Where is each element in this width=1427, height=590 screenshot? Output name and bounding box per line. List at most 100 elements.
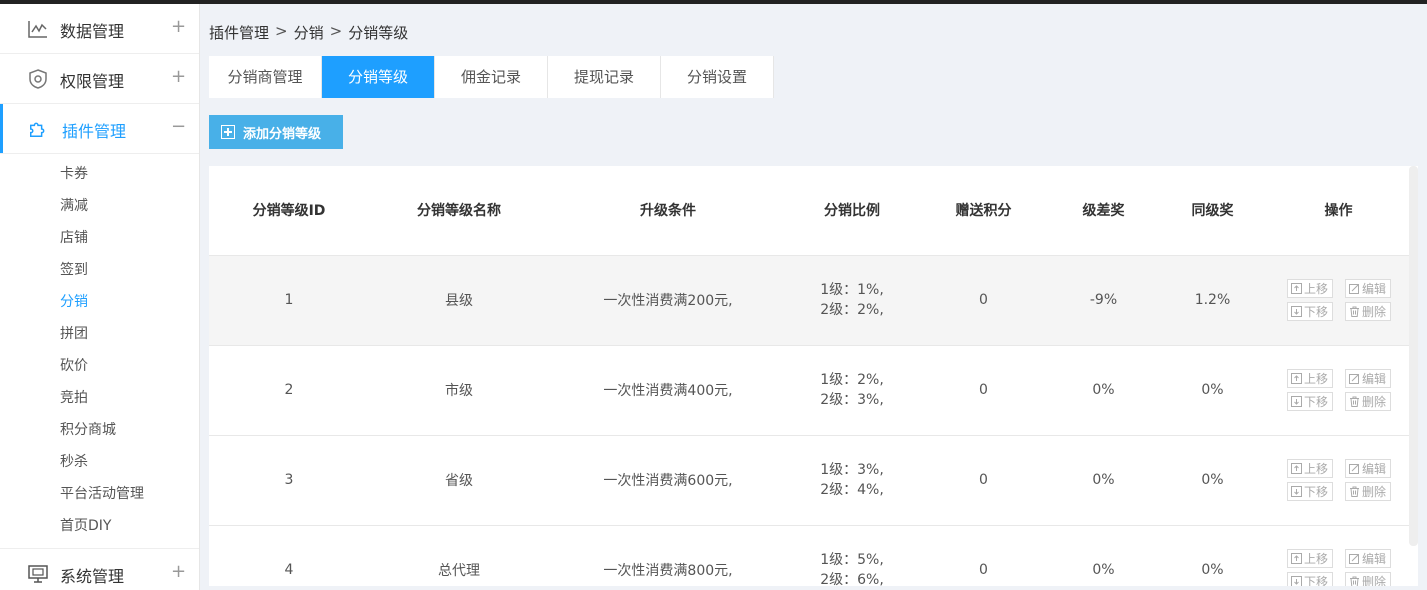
cell-diff-award: 0% (1050, 435, 1157, 526)
move-up-label: 上移 (1303, 372, 1328, 386)
delete-label: 删除 (1361, 575, 1386, 586)
edit-button[interactable]: 编辑 (1344, 279, 1391, 298)
cell-points: 0 (917, 525, 1050, 586)
add-level-button[interactable]: 添加分销等级 (209, 115, 343, 149)
trash-icon (1349, 396, 1359, 407)
sidebar-subitem-bargain[interactable]: 砍价 (0, 350, 199, 382)
cell-id: 4 (209, 525, 369, 586)
delete-button[interactable]: 删除 (1344, 482, 1391, 501)
collapse-icon[interactable]: − (171, 116, 186, 137)
cell-same-award: 0% (1157, 435, 1268, 526)
move-up-button[interactable]: 上移 (1286, 369, 1333, 388)
move-down-label: 下移 (1303, 305, 1328, 319)
edit-label: 编辑 (1361, 552, 1386, 566)
cell-ratio: 1级：1%, 2级：2%, (787, 255, 917, 346)
cell-name: 市级 (369, 345, 549, 436)
sidebar-item-plugin-management[interactable]: 插件管理 − (0, 104, 199, 154)
breadcrumb-item[interactable]: 分销 (294, 22, 324, 43)
delete-label: 删除 (1361, 395, 1386, 409)
tab-distribution-settings[interactable]: 分销设置 (661, 56, 774, 98)
trash-icon (1349, 486, 1359, 497)
sidebar-subitem-auction[interactable]: 竞拍 (0, 382, 199, 414)
tab-distribution-level[interactable]: 分销等级 (322, 56, 435, 98)
sidebar-item-label: 插件管理 (62, 122, 127, 141)
delete-button[interactable]: 删除 (1344, 392, 1391, 411)
ratio-level-2: 2级：6%, (820, 572, 884, 586)
delete-button[interactable]: 删除 (1344, 302, 1391, 321)
expand-icon[interactable]: + (171, 561, 186, 582)
sidebar-subitem-discount[interactable]: 满减 (0, 190, 199, 222)
breadcrumb: 插件管理 > 分销 > 分销等级 (209, 22, 408, 43)
move-down-button[interactable]: 下移 (1286, 302, 1333, 321)
move-up-button[interactable]: 上移 (1286, 459, 1333, 478)
edit-button[interactable]: 编辑 (1344, 459, 1391, 478)
tab-distributor-management[interactable]: 分销商管理 (209, 56, 322, 98)
move-up-icon (1290, 463, 1302, 474)
plus-box-icon (221, 125, 235, 139)
expand-icon[interactable]: + (171, 66, 186, 87)
move-up-label: 上移 (1303, 552, 1328, 566)
edit-button[interactable]: 编辑 (1344, 549, 1391, 568)
sidebar-subitem-checkin[interactable]: 签到 (0, 254, 199, 286)
cell-name: 总代理 (369, 525, 549, 586)
cell-id: 3 (209, 435, 369, 526)
scrollbar[interactable] (1409, 166, 1418, 546)
sidebar-subitem-group-buy[interactable]: 拼团 (0, 318, 199, 350)
edit-label: 编辑 (1361, 282, 1386, 296)
delete-button[interactable]: 删除 (1344, 572, 1391, 586)
ratio-level-1: 1级：5%, (820, 552, 884, 568)
move-up-button[interactable]: 上移 (1286, 279, 1333, 298)
ratio-level-1: 1级：1%, (820, 282, 884, 298)
move-down-button[interactable]: 下移 (1286, 392, 1333, 411)
shield-icon (28, 69, 48, 89)
cell-ops: 上移 编辑 下移 删除 (1268, 435, 1409, 526)
cell-condition: 一次性消费满800元, (549, 525, 787, 586)
move-up-icon (1290, 553, 1302, 564)
table-header-row: 分销等级ID 分销等级名称 升级条件 分销比例 赠送积分 级差奖 同级奖 操作 (209, 166, 1409, 256)
sidebar-item-label: 权限管理 (60, 72, 125, 91)
move-up-icon (1290, 373, 1302, 384)
expand-icon[interactable]: + (171, 16, 186, 37)
column-header: 操作 (1268, 166, 1409, 256)
tab-withdrawal-records[interactable]: 提现记录 (548, 56, 661, 98)
cell-ratio: 1级：5%, 2级：6%, (787, 525, 917, 586)
cell-ops: 上移 编辑 下移 删除 (1268, 345, 1409, 436)
add-level-label: 添加分销等级 (243, 126, 322, 142)
table-row: 3 省级 一次性消费满600元, 1级：3%, 2级：4%, 0 0% 0% 上… (209, 435, 1409, 526)
move-down-button[interactable]: 下移 (1286, 482, 1333, 501)
sidebar-subitem-distribution[interactable]: 分销 (0, 286, 199, 318)
column-header: 升级条件 (549, 166, 787, 256)
ratio-level-1: 1级：2%, (820, 372, 884, 388)
cell-condition: 一次性消费满400元, (549, 345, 787, 436)
sidebar-subitem-homepage-diy[interactable]: 首页DIY (0, 510, 199, 542)
sidebar: 数据管理 + 权限管理 + 插件管理 − 卡券 满减 店铺 签到 分销 拼团 砍… (0, 4, 200, 590)
table-row: 4 总代理 一次性消费满800元, 1级：5%, 2级：6%, 0 0% 0% … (209, 525, 1409, 586)
delete-label: 删除 (1361, 305, 1386, 319)
move-up-label: 上移 (1303, 282, 1328, 296)
cell-ratio: 1级：3%, 2级：4%, (787, 435, 917, 526)
cell-points: 0 (917, 345, 1050, 436)
breadcrumb-item[interactable]: 插件管理 (209, 22, 269, 43)
tab-commission-records[interactable]: 佣金记录 (435, 56, 548, 98)
sidebar-item-label: 系统管理 (60, 567, 125, 586)
sidebar-item-data-management[interactable]: 数据管理 + (0, 4, 199, 54)
edit-button[interactable]: 编辑 (1344, 369, 1391, 388)
sidebar-subitem-coupon[interactable]: 卡券 (0, 158, 199, 190)
sidebar-subitem-platform-activity[interactable]: 平台活动管理 (0, 478, 199, 510)
sidebar-subitem-points-mall[interactable]: 积分商城 (0, 414, 199, 446)
move-down-icon (1290, 486, 1302, 497)
cell-diff-award: 0% (1050, 345, 1157, 436)
sidebar-subitem-store[interactable]: 店铺 (0, 222, 199, 254)
move-down-button[interactable]: 下移 (1286, 572, 1333, 586)
cell-id: 1 (209, 255, 369, 346)
breadcrumb-separator: > (329, 22, 343, 40)
column-header: 分销等级名称 (369, 166, 549, 256)
sidebar-item-system-management[interactable]: 系统管理 + (0, 548, 199, 590)
column-header: 同级奖 (1157, 166, 1268, 256)
tab-bar: 分销商管理 分销等级 佣金记录 提现记录 分销设置 (209, 56, 774, 98)
sidebar-subitem-flash-sale[interactable]: 秒杀 (0, 446, 199, 478)
move-up-button[interactable]: 上移 (1286, 549, 1333, 568)
edit-icon (1348, 464, 1359, 474)
sidebar-item-permission-management[interactable]: 权限管理 + (0, 54, 199, 104)
column-header: 级差奖 (1050, 166, 1157, 256)
